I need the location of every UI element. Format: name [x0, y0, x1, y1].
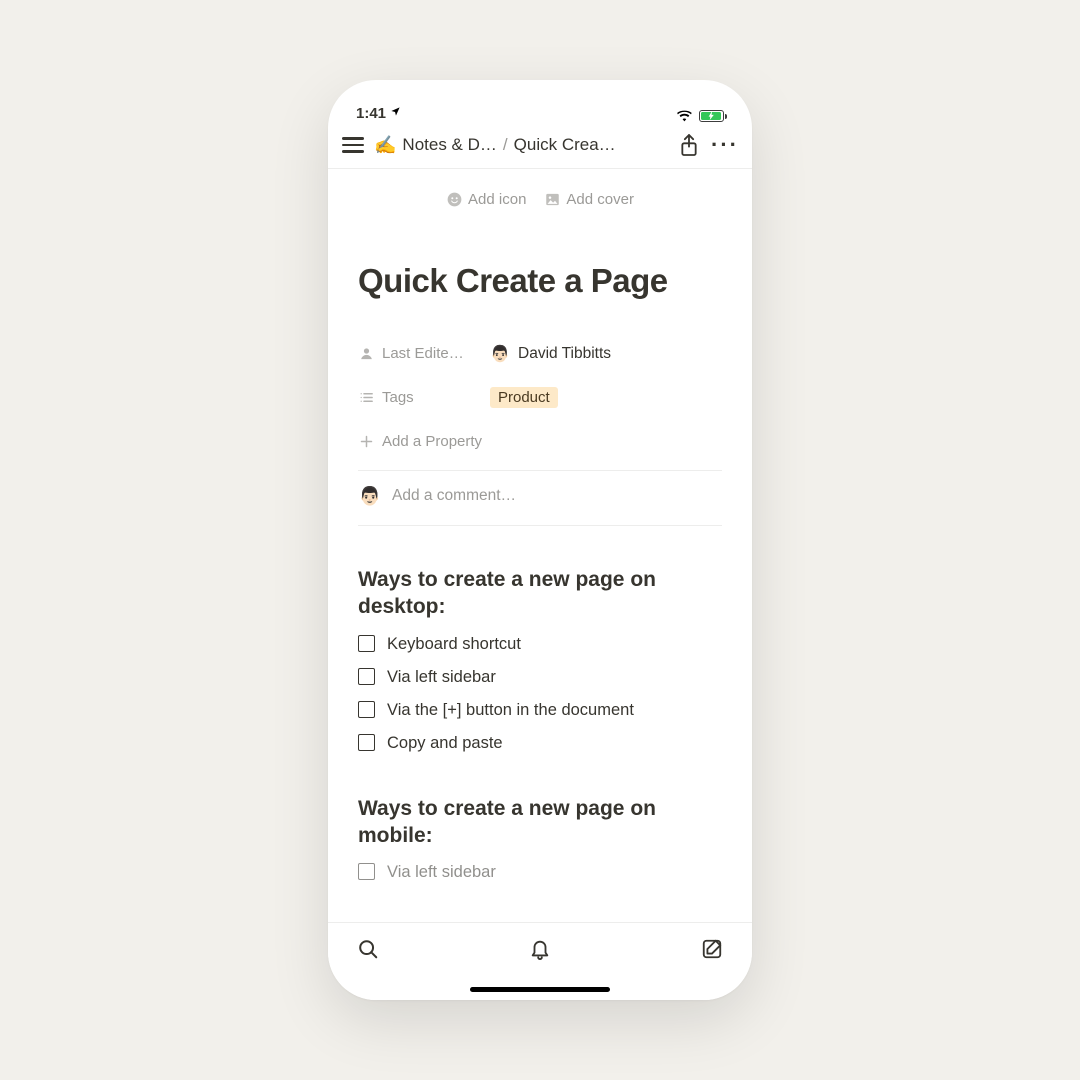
user-avatar-icon: 👨🏻: [490, 344, 510, 364]
todo-label: Keyboard shortcut: [387, 633, 521, 655]
add-property-label: Add a Property: [382, 433, 482, 450]
todo-label: Via left sidebar: [387, 861, 496, 883]
add-icon-button[interactable]: Add icon: [446, 191, 526, 208]
checkbox[interactable]: [358, 734, 375, 751]
todo-label: Copy and paste: [387, 732, 503, 754]
section-heading[interactable]: Ways to create a new page on desktop:: [358, 566, 722, 621]
section-heading[interactable]: Ways to create a new page on mobile:: [358, 795, 722, 850]
property-row-tags[interactable]: Tags Product: [358, 376, 722, 420]
wifi-icon: [676, 110, 693, 122]
property-row-last-edited[interactable]: Last Edite… 👨🏻 David Tibbitts: [358, 332, 722, 376]
property-label: Tags: [382, 389, 414, 406]
page-emoji-icon: ✍️: [374, 135, 396, 156]
notifications-button[interactable]: [526, 935, 554, 963]
comment-placeholder: Add a comment…: [392, 487, 516, 505]
share-button[interactable]: [676, 132, 702, 158]
checkbox[interactable]: [358, 863, 375, 880]
breadcrumb-current: Quick Crea…: [514, 135, 616, 155]
nav-bar: ✍️ Notes & D… / Quick Crea… ···: [328, 124, 752, 169]
breadcrumb-parent: Notes & D…: [402, 135, 496, 155]
location-icon: [390, 106, 401, 120]
todo-item[interactable]: Via left sidebar: [358, 666, 722, 688]
todo-list: Via left sidebar: [358, 861, 722, 883]
more-icon: ···: [711, 134, 739, 156]
todo-item[interactable]: Via left sidebar: [358, 861, 722, 883]
person-icon: [358, 346, 374, 362]
todo-item[interactable]: Via the [+] button in the document: [358, 699, 722, 721]
status-bar: 1:41: [328, 80, 752, 124]
properties-block: Last Edite… 👨🏻 David Tibbitts Tags: [358, 332, 722, 526]
todo-list: Keyboard shortcut Via left sidebar Via t…: [358, 633, 722, 755]
divider: [358, 525, 722, 526]
image-icon: [544, 192, 560, 208]
todo-label: Via the [+] button in the document: [387, 699, 634, 721]
page-content: Add icon Add cover Quick Create a Page L…: [328, 169, 752, 922]
checkbox[interactable]: [358, 701, 375, 718]
add-icon-label: Add icon: [468, 191, 526, 208]
checkbox[interactable]: [358, 668, 375, 685]
add-cover-button[interactable]: Add cover: [544, 191, 634, 208]
list-icon: [358, 390, 374, 406]
search-button[interactable]: [354, 935, 382, 963]
tag-pill[interactable]: Product: [490, 387, 558, 408]
home-indicator[interactable]: [470, 987, 610, 992]
breadcrumb[interactable]: ✍️ Notes & D… / Quick Crea…: [374, 135, 666, 156]
checkbox[interactable]: [358, 635, 375, 652]
add-property-button[interactable]: Add a Property: [358, 420, 722, 464]
plus-icon: [358, 434, 374, 450]
compose-button[interactable]: [698, 935, 726, 963]
page-title[interactable]: Quick Create a Page: [358, 262, 722, 300]
status-time: 1:41: [356, 105, 386, 122]
user-avatar-icon: 👨🏻: [358, 485, 382, 509]
battery-icon: [699, 110, 724, 122]
todo-item[interactable]: Keyboard shortcut: [358, 633, 722, 655]
breadcrumb-separator: /: [503, 135, 508, 155]
add-cover-label: Add cover: [566, 191, 634, 208]
more-button[interactable]: ···: [712, 132, 738, 158]
todo-item[interactable]: Copy and paste: [358, 732, 722, 754]
add-comment-button[interactable]: 👨🏻 Add a comment…: [358, 471, 722, 511]
property-label: Last Edite…: [382, 345, 464, 362]
phone-frame: 1:41 ✍️ Notes & D… /: [328, 80, 752, 1000]
menu-button[interactable]: [342, 137, 364, 153]
todo-label: Via left sidebar: [387, 666, 496, 688]
property-value: David Tibbitts: [518, 345, 611, 363]
emoji-icon: [446, 192, 462, 208]
